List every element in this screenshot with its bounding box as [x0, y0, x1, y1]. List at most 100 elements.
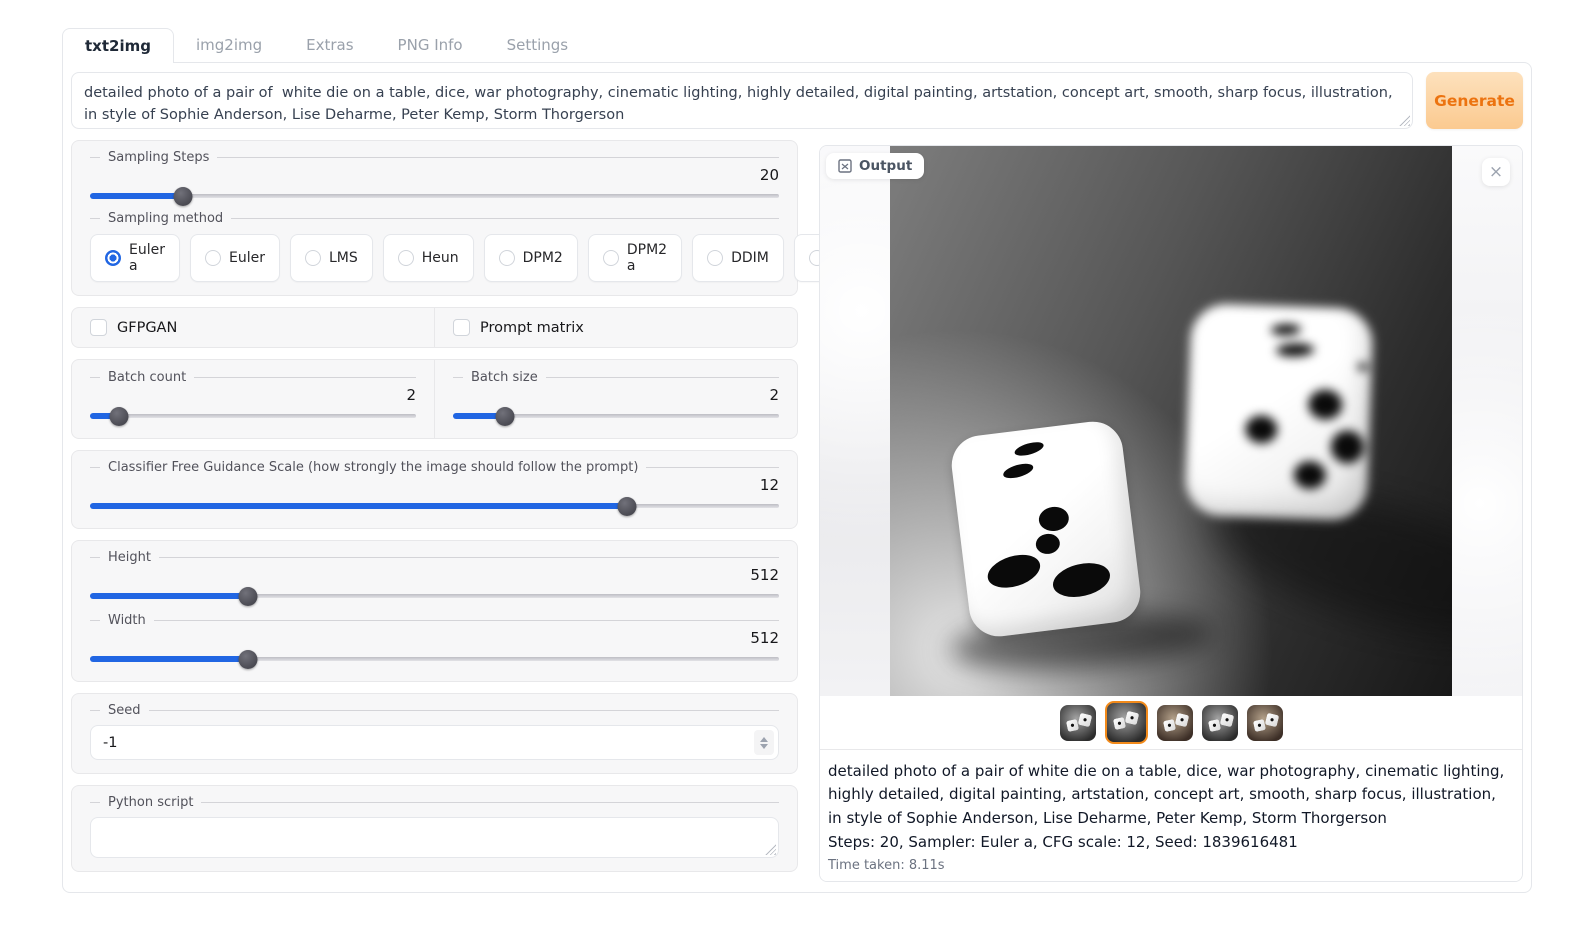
- radio-euler[interactable]: Euler: [190, 234, 280, 282]
- batch-count-cell: Batch count 2: [72, 360, 434, 438]
- number-stepper-arrows-icon[interactable]: [754, 730, 774, 755]
- prompt-input[interactable]: detailed photo of a pair of white die on…: [72, 73, 1412, 128]
- caption-params: Steps: 20, Sampler: Euler a, CFG scale: …: [828, 831, 1514, 854]
- seed-input[interactable]: [90, 725, 779, 760]
- slider-handle[interactable]: [239, 587, 258, 606]
- batch-count-label: Batch count: [90, 370, 416, 385]
- slider-fill: [90, 593, 248, 599]
- radio-icon: [305, 250, 321, 266]
- die-blurred: [1184, 303, 1373, 521]
- width-value: 512: [90, 629, 779, 647]
- width-slider[interactable]: [90, 650, 779, 668]
- radio-ddim[interactable]: DDIM: [692, 234, 784, 282]
- prompt-row: detailed photo of a pair of white die on…: [71, 72, 1523, 129]
- tab-extras[interactable]: Extras: [284, 28, 375, 62]
- script-input[interactable]: [91, 818, 778, 857]
- radio-dpm2-a[interactable]: DPM2 a: [588, 234, 682, 282]
- sampling-method-options: Euler a Euler LMS Heun DPM2 DPM2 a DDIM …: [90, 234, 779, 282]
- batch-size-cell: Batch size 2: [434, 360, 797, 438]
- output-image-zone: [820, 146, 1522, 696]
- gfpgan-label: GFPGAN: [117, 320, 177, 336]
- slider-handle[interactable]: [174, 187, 193, 206]
- sampling-steps-slider[interactable]: [90, 187, 779, 205]
- slider-track: [90, 414, 416, 418]
- slider-handle[interactable]: [496, 407, 515, 426]
- prompt-matrix-label: Prompt matrix: [480, 320, 584, 336]
- app-page: txt2img img2img Extras PNG Info Settings…: [62, 25, 1532, 893]
- radio-icon: [499, 250, 515, 266]
- batch-size-label: Batch size: [453, 370, 779, 385]
- radio-icon: [398, 250, 414, 266]
- tab-txt2img[interactable]: txt2img: [62, 28, 174, 63]
- stepper-up-icon[interactable]: [760, 737, 768, 742]
- gfpgan-toggle[interactable]: GFPGAN: [72, 308, 434, 347]
- image-icon: [838, 159, 852, 173]
- sampling-group: Sampling Steps 20 Sampling method Euler …: [71, 140, 798, 296]
- prompt-box: detailed photo of a pair of white die on…: [71, 72, 1413, 129]
- radio-label: Heun: [422, 250, 459, 266]
- radio-lms[interactable]: LMS: [290, 234, 373, 282]
- gallery-thumbnails: [820, 696, 1522, 749]
- generated-image: [890, 146, 1452, 696]
- close-icon[interactable]: ×: [1482, 158, 1510, 186]
- sampling-method-label: Sampling method: [90, 211, 779, 226]
- batch-size-slider[interactable]: [453, 407, 779, 425]
- tab-img2img[interactable]: img2img: [174, 28, 284, 62]
- radio-label: Euler a: [129, 242, 165, 274]
- slider-fill: [90, 503, 627, 509]
- tab-settings[interactable]: Settings: [485, 28, 591, 62]
- radio-euler-a[interactable]: Euler a: [90, 234, 180, 282]
- batch-count-slider[interactable]: [90, 407, 416, 425]
- radio-icon: [707, 250, 723, 266]
- radio-heun[interactable]: Heun: [383, 234, 474, 282]
- generation-info: detailed photo of a pair of white die on…: [820, 749, 1522, 881]
- height-label: Height: [90, 550, 779, 565]
- prompt-matrix-toggle[interactable]: Prompt matrix: [434, 308, 797, 347]
- height-slider[interactable]: [90, 587, 779, 605]
- checkbox-icon[interactable]: [90, 319, 107, 336]
- cfg-slider[interactable]: [90, 497, 779, 515]
- cfg-value: 12: [90, 476, 779, 494]
- output-chip: Output: [826, 153, 924, 179]
- radio-icon: [105, 250, 121, 266]
- generate-button[interactable]: Generate: [1426, 72, 1523, 129]
- image-margin-right: [1452, 146, 1522, 696]
- image-margin-left: [820, 146, 890, 696]
- slider-handle[interactable]: [110, 407, 129, 426]
- radio-label: LMS: [329, 250, 358, 266]
- width-label: Width: [90, 613, 779, 628]
- gallery-thumb-3[interactable]: [1157, 705, 1193, 741]
- seed-group: Seed: [71, 693, 798, 774]
- radio-icon: [603, 250, 619, 266]
- radio-dpm2[interactable]: DPM2: [484, 234, 578, 282]
- slider-handle[interactable]: [239, 650, 258, 669]
- checkbox-icon[interactable]: [453, 319, 470, 336]
- batch-group: Batch count 2 Batch size 2: [71, 359, 798, 439]
- die-sharp: [948, 418, 1143, 639]
- cfg-group: Classifier Free Guidance Scale (how stro…: [71, 450, 798, 529]
- radio-label: DDIM: [731, 250, 769, 266]
- gallery-thumb-5[interactable]: [1247, 705, 1283, 741]
- sampling-steps-value: 20: [90, 166, 779, 184]
- seed-label: Seed: [90, 703, 779, 718]
- toggles-group: GFPGAN Prompt matrix: [71, 307, 798, 348]
- slider-handle[interactable]: [618, 497, 637, 516]
- height-value: 512: [90, 566, 779, 584]
- output-label: Output: [859, 158, 912, 174]
- gallery-thumb-4[interactable]: [1202, 705, 1238, 741]
- settings-column: Sampling Steps 20 Sampling method Euler …: [71, 140, 798, 882]
- gallery-thumb-2-selected[interactable]: [1105, 701, 1148, 744]
- gallery-thumb-1[interactable]: [1060, 705, 1096, 741]
- sampling-steps-label: Sampling Steps: [90, 150, 779, 165]
- txt2img-panel: detailed photo of a pair of white die on…: [62, 62, 1532, 893]
- tab-png-info[interactable]: PNG Info: [376, 28, 485, 62]
- stepper-down-icon[interactable]: [760, 744, 768, 749]
- output-column: Output ×: [819, 140, 1523, 882]
- output-panel: Output ×: [819, 145, 1523, 882]
- batch-size-value: 2: [453, 386, 779, 404]
- radio-icon: [205, 250, 221, 266]
- radio-label: Euler: [229, 250, 265, 266]
- radio-label: DPM2: [523, 250, 563, 266]
- radio-label: DPM2 a: [627, 242, 667, 274]
- cfg-label: Classifier Free Guidance Scale (how stro…: [90, 460, 779, 475]
